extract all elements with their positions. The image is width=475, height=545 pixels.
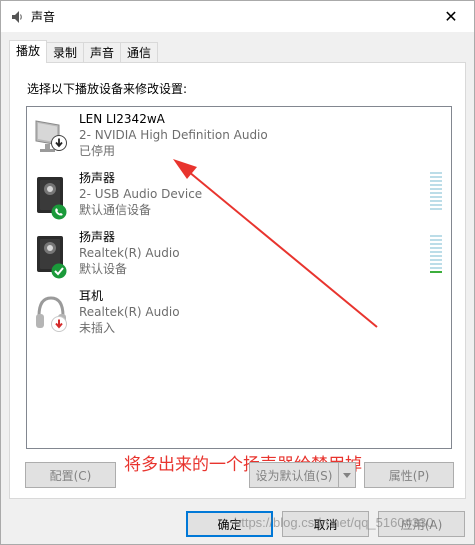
close-icon: ✕ [444,7,458,26]
title-bar[interactable]: 声音 ✕ [1,1,474,32]
device-driver: 2- NVIDIA High Definition Audio [79,128,268,142]
playback-panel: 选择以下播放设备来修改设置: LEN LI2342wA 2- NVIDIA Hi… [9,62,466,499]
device-driver: 2- USB Audio Device [79,187,203,201]
device-status: 未插入 [79,321,116,335]
phone-badge-icon [51,204,67,223]
device-status: 已停用 [79,144,116,158]
tab-recording[interactable]: 录制 [46,42,85,63]
configure-button-label: 配置(C) [49,468,92,483]
instruction-label: 选择以下播放设备来修改设置: [27,82,188,96]
chevron-down-icon[interactable] [338,463,355,487]
check-badge-icon [51,263,67,282]
device-status: 默认设备 [79,262,128,276]
device-name: 扬声器 [79,230,116,244]
device-text: 耳机 Realtek(R) Audio 未插入 [79,288,180,336]
volume-meter [430,172,442,212]
tab-playback[interactable]: 播放 [9,40,48,63]
device-driver: Realtek(R) Audio [79,246,180,260]
properties-button-label: 属性(P) [388,468,430,483]
set-default-button[interactable]: 设为默认值(S) [249,462,356,488]
volume-meter [430,235,442,275]
tab-strip: 播放 录制 声音 通信 [9,40,159,63]
device-item-headphones[interactable]: 耳机 Realtek(R) Audio 未插入 [27,288,451,346]
device-text: 扬声器 Realtek(R) Audio 默认设备 [79,229,180,277]
device-driver: Realtek(R) Audio [79,305,180,319]
device-text: LEN LI2342wA 2- NVIDIA High Definition A… [79,111,268,159]
configure-button[interactable]: 配置(C) [25,462,116,488]
device-item-usb-speaker[interactable]: 扬声器 2- USB Audio Device 默认通信设备 [27,170,451,228]
device-name: LEN LI2342wA [79,112,165,126]
device-name: 扬声器 [79,171,116,185]
device-text: 扬声器 2- USB Audio Device 默认通信设备 [79,170,202,218]
device-item-realtek-speaker[interactable]: 扬声器 Realtek(R) Audio 默认设备 [27,229,451,287]
set-default-button-label: 设为默认值(S) [255,468,333,483]
watermark: https://blog.csdn.net/qq_51604330 [234,515,434,530]
device-item-len-monitor[interactable]: LEN LI2342wA 2- NVIDIA High Definition A… [27,111,451,169]
device-status: 默认通信设备 [79,203,152,217]
properties-button[interactable]: 属性(P) [364,462,454,488]
disabled-down-arrow-icon [51,135,67,154]
device-list[interactable]: LEN LI2342wA 2- NVIDIA High Definition A… [26,106,452,475]
window-title: 声音 [31,10,56,24]
tab-communications[interactable]: 通信 [120,42,159,63]
sound-dialog: 声音 ✕ 播放 录制 声音 通信 选择以下播放设备来修改设置: LEN LI23… [0,0,475,545]
close-button[interactable]: ✕ [428,1,474,32]
speaker-icon [10,10,24,24]
unplugged-arrow-icon [51,316,67,335]
device-name: 耳机 [79,289,104,303]
tab-sounds[interactable]: 声音 [83,42,122,63]
